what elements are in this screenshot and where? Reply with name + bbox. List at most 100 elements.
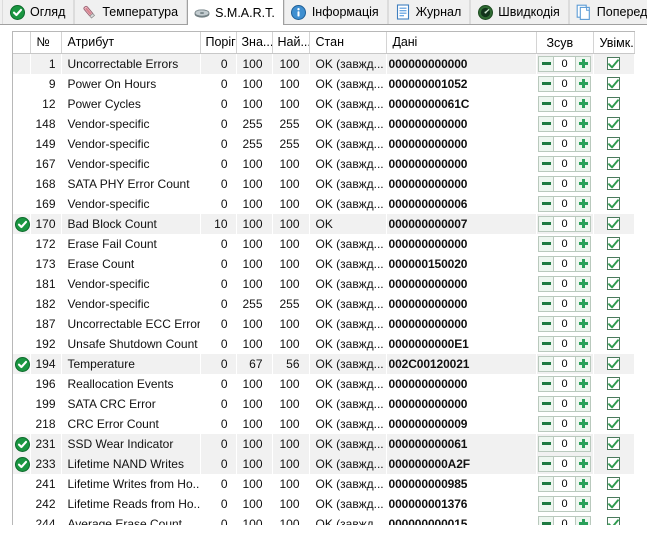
column-header-threshold[interactable]: Поріг [200, 32, 237, 54]
shift-value[interactable]: 0 [554, 375, 575, 392]
shift-increment-button[interactable] [575, 55, 591, 72]
shift-stepper[interactable]: 0 [538, 335, 591, 352]
column-header-data[interactable]: Дані [386, 32, 537, 54]
tab-огляд[interactable]: Огляд [2, 0, 75, 24]
table-row[interactable]: 233 Lifetime NAND Writes 0 100 100 OK (завжд.… [13, 453, 634, 474]
shift-value[interactable]: 0 [554, 175, 575, 192]
shift-increment-button[interactable] [575, 215, 591, 232]
shift-stepper[interactable]: 0 [538, 135, 591, 152]
shift-stepper[interactable]: 0 [538, 155, 591, 172]
enabled-checkbox[interactable] [607, 77, 620, 90]
shift-stepper[interactable]: 0 [538, 515, 591, 525]
shift-increment-button[interactable] [575, 355, 591, 372]
column-header-worst[interactable]: Най... [272, 32, 310, 54]
tab-журнал[interactable]: Журнал [387, 0, 471, 24]
shift-stepper[interactable]: 0 [538, 315, 591, 332]
enabled-checkbox[interactable] [607, 377, 620, 390]
table-row[interactable]: 1 Uncorrectable Errors 0 100 100 OK (завжд...… [13, 53, 634, 74]
table-row[interactable]: 172 Erase Fail Count 0 100 100 OK (завжд... 00… [13, 234, 634, 254]
shift-decrement-button[interactable] [538, 275, 554, 292]
shift-increment-button[interactable] [575, 195, 591, 212]
shift-increment-button[interactable] [575, 275, 591, 292]
enabled-checkbox[interactable] [607, 477, 620, 490]
enabled-checkbox[interactable] [607, 217, 620, 230]
enabled-checkbox[interactable] [607, 117, 620, 130]
enabled-checkbox[interactable] [607, 277, 620, 290]
table-row[interactable]: 244 Average Erase Count 0 100 100 OK (завжд..… [13, 514, 634, 525]
shift-increment-button[interactable] [575, 295, 591, 312]
table-row[interactable]: 12 Power Cycles 0 100 100 OK (завжд... 0000000… [13, 94, 634, 114]
shift-decrement-button[interactable] [538, 435, 554, 452]
tab-інформація[interactable]: Інформація [283, 0, 388, 24]
shift-value[interactable]: 0 [554, 475, 575, 492]
table-row[interactable]: 182 Vendor-specific 0 255 255 OK (завжд... 000… [13, 294, 634, 314]
shift-stepper[interactable]: 0 [538, 455, 591, 472]
shift-increment-button[interactable] [575, 315, 591, 332]
shift-stepper[interactable]: 0 [538, 395, 591, 412]
shift-increment-button[interactable] [575, 95, 591, 112]
column-header-value[interactable]: Зна... [236, 32, 273, 54]
shift-value[interactable]: 0 [554, 275, 575, 292]
tab-s-m-a-r-t[interactable]: S.M.A.R.T. [187, 0, 284, 25]
enabled-checkbox[interactable] [607, 97, 620, 110]
shift-decrement-button[interactable] [538, 195, 554, 212]
table-row[interactable]: 199 SATA CRC Error 0 100 100 OK (завжд... 0000… [13, 394, 634, 414]
table-row[interactable]: 194 Temperature 0 67 56 OK (завжд... 002C00120… [13, 353, 634, 374]
shift-stepper[interactable]: 0 [538, 115, 591, 132]
shift-value[interactable]: 0 [554, 495, 575, 512]
shift-value[interactable]: 0 [554, 155, 575, 172]
table-row[interactable]: 168 SATA PHY Error Count 0 100 100 OK (завжд.… [13, 174, 634, 194]
shift-value[interactable]: 0 [554, 195, 575, 212]
enabled-checkbox[interactable] [607, 197, 620, 210]
shift-increment-button[interactable] [575, 375, 591, 392]
shift-decrement-button[interactable] [538, 415, 554, 432]
shift-stepper[interactable]: 0 [538, 95, 591, 112]
table-row[interactable]: 169 Vendor-specific 0 100 100 OK (завжд... 000… [13, 194, 634, 214]
table-row[interactable]: 241 Lifetime Writes from Ho... 0 100 100 OK (… [13, 474, 634, 494]
tab-попередження[interactable]: Попередження [568, 0, 647, 24]
shift-decrement-button[interactable] [538, 115, 554, 132]
column-header-number[interactable]: № [30, 32, 62, 54]
shift-stepper[interactable]: 0 [538, 295, 591, 312]
enabled-checkbox[interactable] [607, 517, 620, 525]
enabled-checkbox[interactable] [607, 337, 620, 350]
tab-температура[interactable]: Температура [74, 0, 188, 24]
shift-decrement-button[interactable] [538, 455, 554, 472]
table-row[interactable]: 242 Lifetime Reads from Ho... 0 100 100 OK (з… [13, 494, 634, 514]
column-header-attribute[interactable]: Атрибут [61, 32, 201, 54]
shift-value[interactable]: 0 [554, 435, 575, 452]
shift-value[interactable]: 0 [554, 355, 575, 372]
enabled-checkbox[interactable] [607, 457, 620, 470]
shift-value[interactable]: 0 [554, 215, 575, 232]
table-row[interactable]: 173 Erase Count 0 100 100 OK (завжд... 0000001… [13, 254, 634, 274]
shift-increment-button[interactable] [575, 175, 591, 192]
enabled-checkbox[interactable] [607, 437, 620, 450]
table-row[interactable]: 196 Reallocation Events 0 100 100 OK (завжд..… [13, 374, 634, 394]
shift-increment-button[interactable] [575, 235, 591, 252]
shift-decrement-button[interactable] [538, 175, 554, 192]
shift-decrement-button[interactable] [538, 235, 554, 252]
shift-stepper[interactable]: 0 [538, 255, 591, 272]
shift-increment-button[interactable] [575, 155, 591, 172]
shift-stepper[interactable]: 0 [538, 415, 591, 432]
shift-increment-button[interactable] [575, 75, 591, 92]
table-row[interactable]: 187 Uncorrectable ECC Errors 0 100 100 OK (за… [13, 314, 634, 334]
shift-value[interactable]: 0 [554, 75, 575, 92]
shift-decrement-button[interactable] [538, 295, 554, 312]
shift-increment-button[interactable] [575, 415, 591, 432]
shift-increment-button[interactable] [575, 435, 591, 452]
shift-value[interactable]: 0 [554, 255, 575, 272]
shift-value[interactable]: 0 [554, 335, 575, 352]
enabled-checkbox[interactable] [607, 297, 620, 310]
shift-increment-button[interactable] [575, 255, 591, 272]
enabled-checkbox[interactable] [607, 497, 620, 510]
shift-value[interactable]: 0 [554, 55, 575, 72]
shift-decrement-button[interactable] [538, 395, 554, 412]
shift-value[interactable]: 0 [554, 515, 575, 525]
table-row[interactable]: 181 Vendor-specific 0 100 100 OK (завжд... 000… [13, 274, 634, 294]
tab-швидкодія[interactable]: Швидкодія [470, 0, 569, 24]
shift-stepper[interactable]: 0 [538, 475, 591, 492]
shift-decrement-button[interactable] [538, 495, 554, 512]
shift-stepper[interactable]: 0 [538, 175, 591, 192]
enabled-checkbox[interactable] [607, 397, 620, 410]
